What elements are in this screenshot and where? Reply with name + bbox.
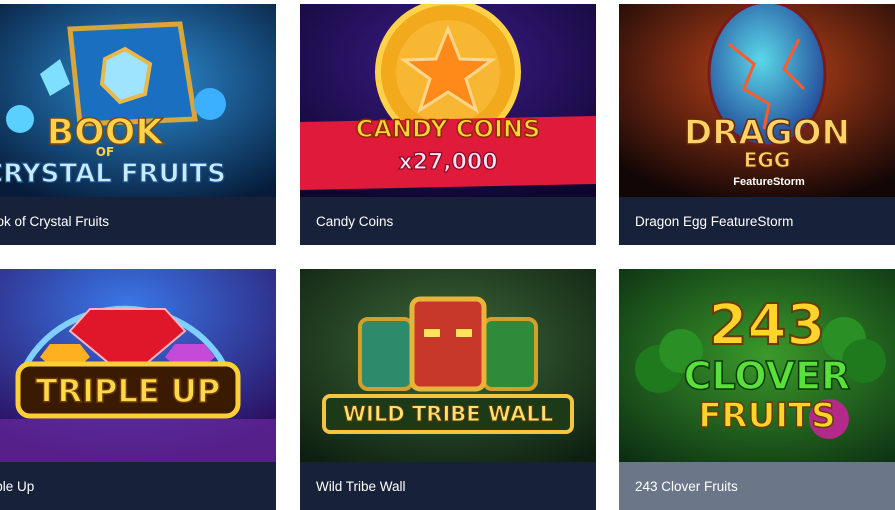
svg-text:CLOVER: CLOVER	[684, 354, 851, 398]
game-thumbnail[interactable]: TRIPLE UP	[0, 269, 276, 462]
game-card-243-clover-fruits[interactable]: 243 CLOVER FRUITS 243 Clover Fruits	[619, 269, 895, 510]
svg-text:WILD TRIBE WALL: WILD TRIBE WALL	[343, 402, 553, 426]
game-card-candy-coins[interactable]: CANDY COINS x27,000 Candy Coins	[300, 4, 596, 245]
crystal-book-icon	[67, 21, 198, 127]
game-card-triple-up[interactable]: TRIPLE UP Triple Up	[0, 269, 276, 510]
game-title[interactable]: Book of Crystal Fruits	[0, 197, 276, 245]
svg-text:DRAGON: DRAGON	[684, 113, 850, 153]
game-card-book-of-crystal-fruits[interactable]: BOOK OF CRYSTAL FRUITS Book of Crystal F…	[0, 4, 276, 245]
svg-text:FeatureStorm: FeatureStorm	[733, 176, 805, 188]
svg-text:x27,000: x27,000	[398, 150, 497, 175]
svg-text:CANDY COINS: CANDY COINS	[356, 115, 541, 143]
game-thumbnail[interactable]: BOOK OF CRYSTAL FRUITS	[0, 4, 276, 197]
svg-text:TRIPLE UP: TRIPLE UP	[36, 372, 221, 410]
game-thumbnail[interactable]: DRAGON EGG FeatureStorm	[619, 4, 895, 197]
game-title[interactable]: Candy Coins	[300, 197, 596, 245]
svg-text:243: 243	[709, 293, 826, 358]
game-thumbnail[interactable]: WILD TRIBE WALL	[300, 269, 596, 462]
game-card-wild-tribe-wall[interactable]: WILD TRIBE WALL Wild Tribe Wall	[300, 269, 596, 510]
game-thumbnail[interactable]: 243 CLOVER FRUITS	[619, 269, 895, 462]
game-card-dragon-egg[interactable]: DRAGON EGG FeatureStorm Dragon Egg Featu…	[619, 4, 895, 245]
svg-text:OF: OF	[96, 145, 114, 159]
svg-text:EGG: EGG	[744, 148, 791, 172]
svg-text:CRYSTAL FRUITS: CRYSTAL FRUITS	[0, 159, 226, 189]
game-title[interactable]: Dragon Egg FeatureStorm	[619, 197, 895, 245]
svg-text:FRUITS: FRUITS	[698, 396, 835, 436]
game-thumbnail[interactable]: CANDY COINS x27,000	[300, 4, 596, 197]
